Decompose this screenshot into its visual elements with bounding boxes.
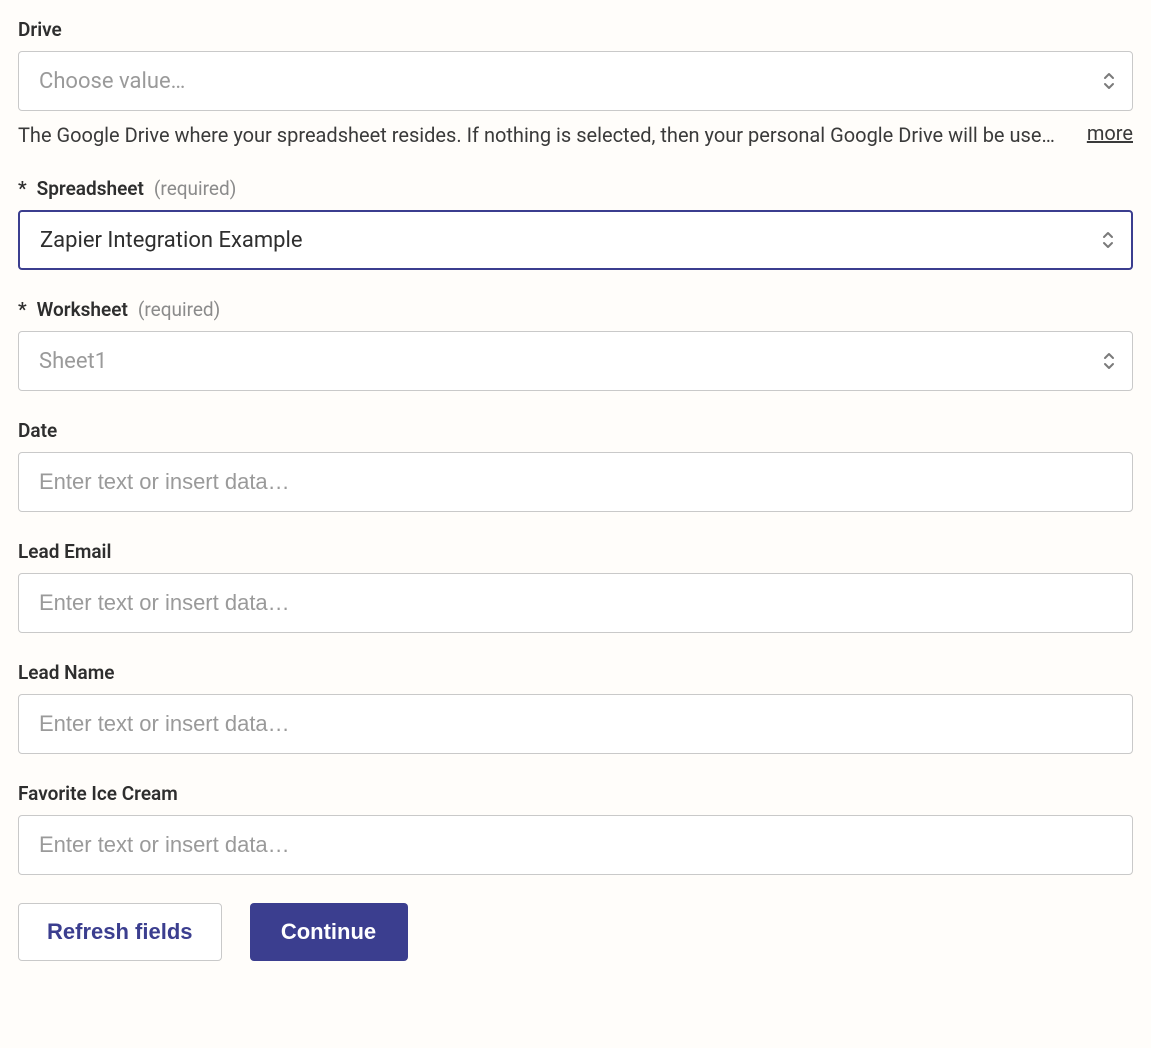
drive-help-row: The Google Drive where your spreadsheet … <box>18 121 1133 149</box>
lead-email-label-text: Lead Email <box>18 540 111 563</box>
field-lead-name: Lead Name <box>18 661 1133 754</box>
worksheet-required-tag: (required) <box>138 298 220 321</box>
date-label-text: Date <box>18 419 57 442</box>
field-date: Date <box>18 419 1133 512</box>
continue-button[interactable]: Continue <box>250 903 408 961</box>
worksheet-label-text: Worksheet <box>37 298 128 321</box>
favorite-ice-cream-label: Favorite Ice Cream <box>18 782 1133 805</box>
lead-email-label: Lead Email <box>18 540 1133 563</box>
lead-name-label-text: Lead Name <box>18 661 115 684</box>
worksheet-label: * Worksheet (required) <box>18 298 1133 321</box>
worksheet-select[interactable]: Sheet1 <box>18 331 1133 391</box>
date-input[interactable] <box>39 453 1086 511</box>
spreadsheet-label: * Spreadsheet (required) <box>18 177 1133 200</box>
refresh-fields-button[interactable]: Refresh fields <box>18 903 222 961</box>
field-spreadsheet: * Spreadsheet (required) Zapier Integrat… <box>18 177 1133 270</box>
drive-select[interactable]: Choose value… <box>18 51 1133 111</box>
lead-email-input[interactable] <box>39 574 1086 632</box>
worksheet-asterisk: * <box>18 298 27 321</box>
drive-more-link[interactable]: more <box>1087 121 1133 145</box>
field-favorite-ice-cream: Favorite Ice Cream <box>18 782 1133 875</box>
worksheet-select-placeholder: Sheet1 <box>39 349 107 374</box>
spreadsheet-label-text: Spreadsheet <box>37 177 144 200</box>
spreadsheet-asterisk: * <box>18 177 27 200</box>
lead-name-input[interactable] <box>39 695 1086 753</box>
favorite-ice-cream-input-wrapper[interactable] <box>18 815 1133 875</box>
field-drive: Drive Choose value… The Google Drive whe… <box>18 18 1133 149</box>
drive-label-text: Drive <box>18 18 62 41</box>
lead-name-input-wrapper[interactable] <box>18 694 1133 754</box>
favorite-ice-cream-label-text: Favorite Ice Cream <box>18 782 178 805</box>
chevron-up-down-icon <box>1102 350 1116 372</box>
lead-name-label: Lead Name <box>18 661 1133 684</box>
favorite-ice-cream-input[interactable] <box>39 816 1086 874</box>
field-worksheet: * Worksheet (required) Sheet1 <box>18 298 1133 391</box>
spreadsheet-select-value: Zapier Integration Example <box>40 228 303 253</box>
date-label: Date <box>18 419 1133 442</box>
drive-label: Drive <box>18 18 1133 41</box>
drive-select-placeholder: Choose value… <box>39 69 185 94</box>
spreadsheet-required-tag: (required) <box>154 177 236 200</box>
spreadsheet-select[interactable]: Zapier Integration Example <box>18 210 1133 270</box>
field-lead-email: Lead Email <box>18 540 1133 633</box>
chevron-up-down-icon <box>1102 70 1116 92</box>
lead-email-input-wrapper[interactable] <box>18 573 1133 633</box>
date-input-wrapper[interactable] <box>18 452 1133 512</box>
chevron-up-down-icon <box>1101 229 1115 251</box>
button-row: Refresh fields Continue <box>18 903 1133 961</box>
drive-help-text: The Google Drive where your spreadsheet … <box>18 121 1069 149</box>
